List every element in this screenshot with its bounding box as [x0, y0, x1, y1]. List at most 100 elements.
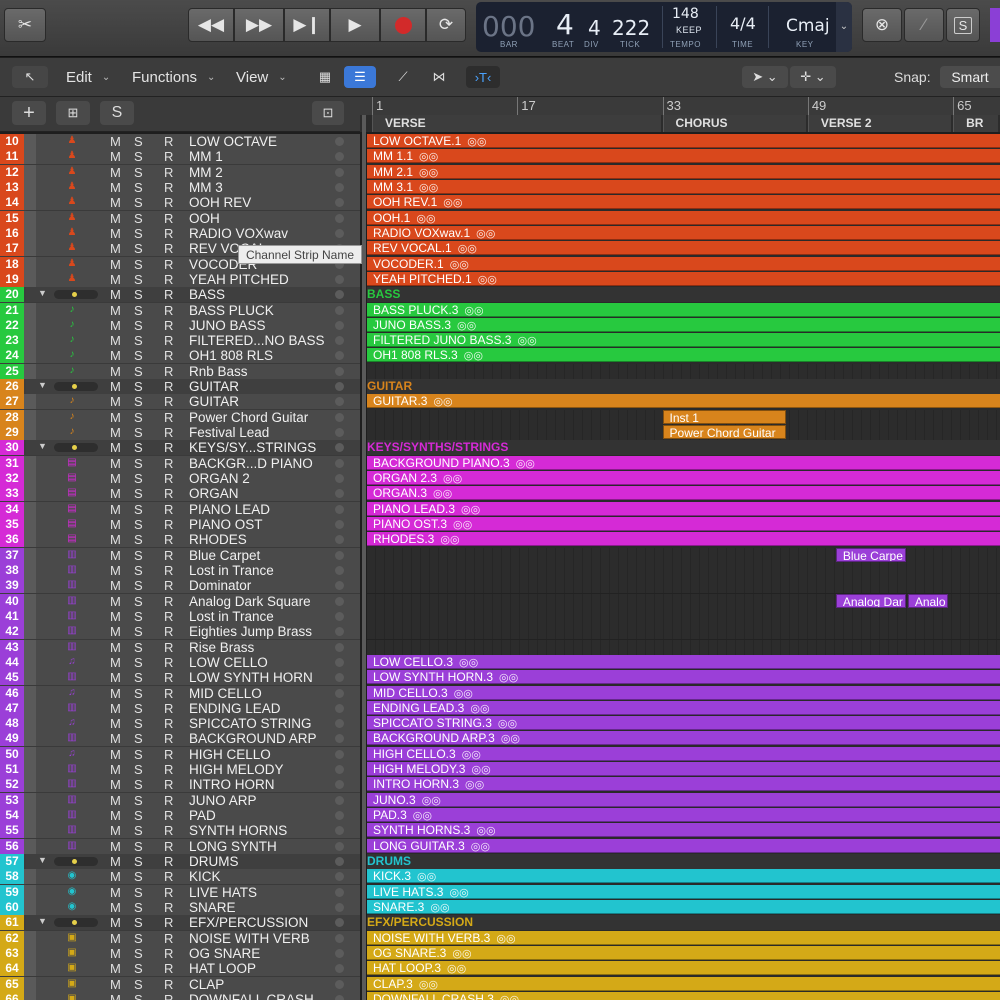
- track-on-off-icon[interactable]: [335, 550, 344, 560]
- track-on-off-icon[interactable]: [335, 489, 344, 499]
- track-row[interactable]: 19 ♟ M S R YEAH PITCHED: [0, 271, 360, 288]
- track-on-off-icon[interactable]: [335, 780, 344, 790]
- track-row[interactable]: 11 ♟ M S R MM 1: [0, 149, 360, 166]
- track-on-off-icon[interactable]: [335, 274, 344, 284]
- track-on-off-icon[interactable]: [335, 382, 344, 392]
- region[interactable]: Power Chord Guitar: [662, 425, 786, 440]
- mute-button[interactable]: M: [110, 456, 121, 471]
- track-header[interactable]: ▼ M S R BASS: [26, 287, 360, 304]
- solo-button[interactable]: S: [134, 440, 143, 455]
- marker-chorus[interactable]: CHORUS: [662, 115, 806, 132]
- track-row[interactable]: 44 ♫ M S R LOW CELLO: [0, 654, 360, 671]
- record-enable-button[interactable]: R: [164, 532, 173, 547]
- track-name[interactable]: KEYS/SY...STRINGS: [189, 440, 316, 455]
- region[interactable]: BACKGROUND ARP.3 ◎◎: [367, 731, 1000, 746]
- track-on-off-icon[interactable]: [335, 841, 344, 851]
- record-enable-button[interactable]: R: [164, 471, 173, 486]
- track-on-off-icon[interactable]: [335, 474, 344, 484]
- solo-button[interactable]: S: [134, 578, 143, 593]
- track-name[interactable]: Festival Lead: [189, 425, 269, 440]
- record-enable-button[interactable]: R: [164, 655, 173, 670]
- track-row[interactable]: 50 ♫ M S R HIGH CELLO: [0, 746, 360, 763]
- track-name[interactable]: Lost in Trance: [189, 609, 274, 624]
- solo-button[interactable]: S: [134, 777, 143, 792]
- track-header[interactable]: ♟ M S R LOW OCTAVE: [24, 134, 360, 150]
- mute-button[interactable]: M: [110, 134, 121, 149]
- solo-button[interactable]: S: [134, 548, 143, 563]
- track-name[interactable]: Analog Dark Square: [189, 594, 311, 609]
- empty-lane[interactable]: [367, 624, 1000, 641]
- track-name[interactable]: FILTERED...NO BASS: [189, 333, 325, 348]
- track-name[interactable]: Eighties Jump Brass: [189, 624, 312, 639]
- list-view-icon[interactable]: ☰: [344, 66, 376, 88]
- region[interactable]: PIANO OST.3 ◎◎: [367, 517, 1000, 531]
- mute-button[interactable]: M: [110, 793, 121, 808]
- track-header[interactable]: ▥ M S R Blue Carpet: [24, 547, 360, 564]
- track-name[interactable]: DOWNFALL CRASH: [189, 992, 314, 1000]
- track-header[interactable]: ▥ M S R SYNTH HORNS: [24, 823, 360, 840]
- track-header[interactable]: ♪ M S R Festival Lead: [24, 425, 360, 442]
- track-name[interactable]: SNARE: [189, 900, 236, 915]
- mute-button[interactable]: M: [110, 149, 121, 164]
- track-on-off-icon[interactable]: [335, 336, 344, 346]
- bar-ruler[interactable]: 1 17 33 49 65: [360, 97, 1000, 115]
- record-enable-button[interactable]: R: [164, 318, 173, 333]
- disclosure-triangle-icon[interactable]: ▼: [38, 441, 47, 451]
- track-name[interactable]: ENDING LEAD: [189, 701, 281, 716]
- solo-button[interactable]: S: [134, 716, 143, 731]
- track-on-off-icon[interactable]: [335, 795, 344, 805]
- region[interactable]: FILTERED JUNO BASS.3 ◎◎: [367, 333, 1000, 348]
- record-enable-button[interactable]: R: [164, 992, 173, 1000]
- track-name[interactable]: OG SNARE: [189, 946, 260, 961]
- track-on-off-icon[interactable]: [335, 320, 344, 330]
- track-name[interactable]: LIVE HATS: [189, 885, 257, 900]
- mute-button[interactable]: M: [110, 318, 121, 333]
- track-header[interactable]: ▥ M S R BACKGROUND ARP: [24, 731, 360, 748]
- mute-button[interactable]: M: [110, 548, 121, 563]
- track-header[interactable]: ♫ M S R MID CELLO: [24, 685, 360, 702]
- track-on-off-icon[interactable]: [335, 749, 344, 759]
- mute-button[interactable]: M: [110, 808, 121, 823]
- track-name[interactable]: HIGH CELLO: [189, 747, 271, 762]
- empty-lane[interactable]: [367, 562, 1000, 579]
- solo-button[interactable]: S: [134, 762, 143, 777]
- track-row[interactable]: 41 ▥ M S R Lost in Trance: [0, 608, 360, 625]
- solo-button[interactable]: S: [134, 931, 143, 946]
- mute-button[interactable]: M: [110, 364, 121, 379]
- track-on-off-icon[interactable]: [335, 228, 344, 238]
- solo-button[interactable]: S: [134, 731, 143, 746]
- track-name[interactable]: OOH: [189, 211, 220, 226]
- record-enable-button[interactable]: R: [164, 379, 173, 394]
- track-row[interactable]: 16 ♟ M S R RADIO VOXwav: [0, 225, 360, 242]
- track-row[interactable]: 37 ▥ M S R Blue Carpet: [0, 547, 360, 564]
- track-header[interactable]: ♟ M S R MM 1: [24, 149, 360, 166]
- track-on-off-icon[interactable]: [335, 182, 344, 192]
- track-header[interactable]: ♟ M S R MM 2: [24, 164, 360, 181]
- solo-button[interactable]: S: [134, 394, 143, 409]
- track-row[interactable]: 42 ▥ M S R Eighties Jump Brass: [0, 624, 360, 641]
- record-enable-button[interactable]: R: [164, 425, 173, 440]
- mute-button[interactable]: M: [110, 287, 121, 302]
- solo-button[interactable]: S: [134, 670, 143, 685]
- region[interactable]: ENDING LEAD.3 ◎◎: [367, 700, 1000, 715]
- record-enable-button[interactable]: R: [164, 257, 173, 272]
- track-row[interactable]: 65 ▣ M S R CLAP: [0, 976, 360, 993]
- solo-button[interactable]: S: [134, 502, 143, 517]
- track-row[interactable]: 56 ▥ M S R LONG SYNTH: [0, 838, 360, 855]
- solo-button[interactable]: S: [134, 379, 143, 394]
- track-name[interactable]: Rise Brass: [189, 640, 254, 655]
- track-header[interactable]: ▼ M S R KEYS/SY...STRINGS: [26, 440, 360, 457]
- solo-button[interactable]: S: [134, 640, 143, 655]
- track-header[interactable]: ◉ M S R SNARE: [24, 900, 360, 916]
- track-name[interactable]: GUITAR: [189, 379, 239, 394]
- track-on-off-icon[interactable]: [335, 458, 344, 468]
- add-track-button[interactable]: +: [12, 101, 46, 125]
- track-on-off-icon[interactable]: [335, 443, 344, 453]
- track-row[interactable]: 53 ▥ M S R JUNO ARP: [0, 792, 360, 809]
- record-enable-button[interactable]: R: [164, 578, 173, 593]
- solo-button[interactable]: S: [134, 747, 143, 762]
- mute-button[interactable]: M: [110, 655, 121, 670]
- track-header[interactable]: ♪ M S R BASS PLUCK: [24, 302, 360, 319]
- region[interactable]: OOH.1 ◎◎: [367, 210, 1000, 225]
- mute-button[interactable]: M: [110, 195, 121, 210]
